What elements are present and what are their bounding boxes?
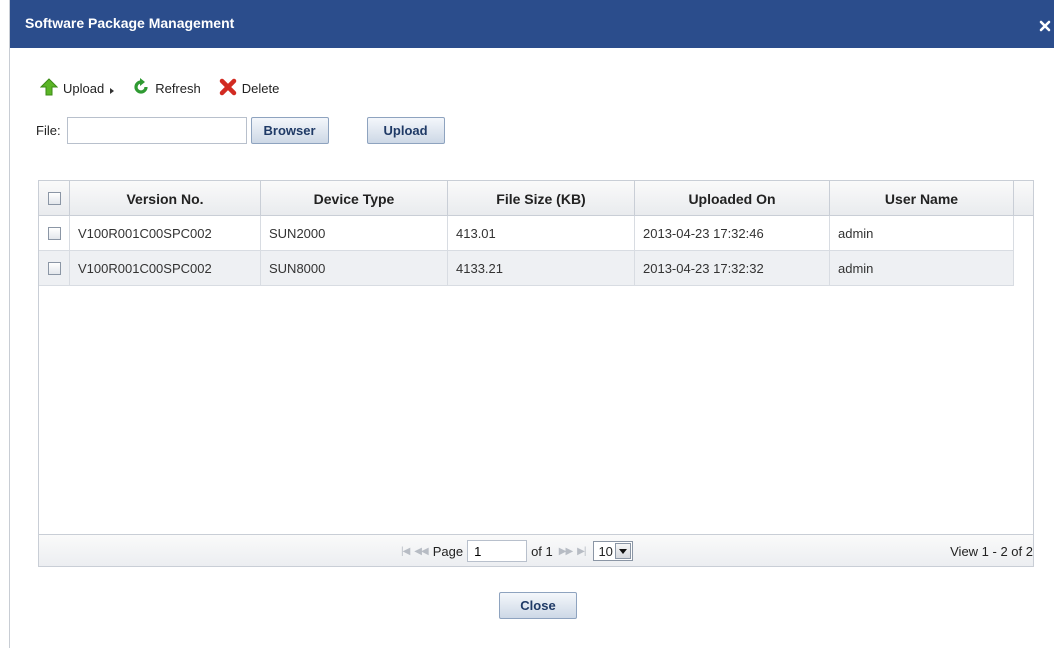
delete-x-icon — [219, 78, 242, 99]
column-header-version[interactable]: Version No. — [70, 181, 261, 216]
select-all-cell — [39, 181, 70, 216]
table-row[interactable]: V100R001C00SPC002 SUN8000 4133.21 2013-0… — [39, 251, 1014, 286]
cell-user-name: admin — [830, 251, 1014, 285]
upload-menu-button[interactable]: Upload — [39, 77, 115, 99]
table-row[interactable]: V100R001C00SPC002 SUN2000 413.01 2013-04… — [39, 216, 1014, 251]
package-grid: Version No. Device Type File Size (KB) U… — [38, 180, 1034, 567]
browse-button[interactable]: Browser — [250, 116, 329, 144]
grid-pager-bar: |◀ ◀◀ Page of 1 ▶▶ ▶| 10 View 1 - 2 of 2 — [39, 534, 1033, 566]
cell-uploaded-on: 2013-04-23 17:32:46 — [635, 216, 830, 250]
refresh-button[interactable]: Refresh — [132, 77, 201, 99]
refresh-icon — [132, 77, 155, 99]
cell-uploaded-on: 2013-04-23 17:32:32 — [635, 251, 830, 285]
cell-device-type: SUN8000 — [261, 251, 448, 285]
file-label: File: — [36, 122, 61, 138]
last-page-icon[interactable]: ▶| — [577, 546, 586, 557]
row-checkbox[interactable] — [47, 261, 61, 275]
page-count-label: of 1 — [531, 543, 553, 559]
delete-label: Delete — [241, 80, 280, 96]
rows-per-page-value: 10 — [598, 543, 613, 559]
cell-file-size: 4133.21 — [448, 251, 635, 285]
delete-button[interactable]: Delete — [219, 78, 280, 99]
row-select-cell — [39, 251, 70, 285]
dialog-titlebar: Software Package Management — [10, 0, 1054, 48]
refresh-label: Refresh — [155, 80, 201, 96]
first-page-icon[interactable]: |◀ — [401, 546, 410, 557]
close-icon[interactable] — [1039, 20, 1051, 32]
cell-device-type: SUN2000 — [261, 216, 448, 250]
toolbar: Upload Refresh Delete — [39, 77, 297, 99]
submenu-arrow-icon — [110, 87, 115, 94]
software-package-dialog: Software Package Management Upload Refre… — [9, 0, 1054, 648]
pager: |◀ ◀◀ Page of 1 ▶▶ ▶| 10 — [401, 540, 634, 562]
cell-file-size: 413.01 — [448, 216, 635, 250]
column-header-user-name[interactable]: User Name — [830, 181, 1014, 216]
select-all-checkbox[interactable] — [47, 192, 61, 205]
dialog-title: Software Package Management — [25, 15, 235, 31]
file-path-input[interactable] — [66, 116, 247, 144]
page-number-input[interactable] — [467, 540, 528, 562]
row-select-cell — [39, 216, 70, 250]
cell-user-name: admin — [830, 216, 1014, 250]
file-upload-row: File: Browser Upload — [36, 116, 445, 144]
view-range-info: View 1 - 2 of 2 — [950, 544, 1033, 559]
close-button[interactable]: Close — [499, 592, 577, 619]
column-header-uploaded-on[interactable]: Uploaded On — [635, 181, 830, 216]
cell-version: V100R001C00SPC002 — [70, 251, 261, 285]
header-scroll-spacer — [1014, 181, 1033, 216]
next-page-icon[interactable]: ▶▶ — [559, 546, 573, 557]
row-checkbox[interactable] — [47, 226, 61, 240]
cell-version: V100R001C00SPC002 — [70, 216, 261, 250]
page-label: Page — [432, 543, 464, 559]
grid-header: Version No. Device Type File Size (KB) U… — [39, 181, 1033, 216]
upload-file-button[interactable]: Upload — [366, 116, 445, 144]
upload-arrow-icon — [39, 77, 63, 99]
rows-per-page-select[interactable]: 10 — [593, 541, 634, 561]
column-header-file-size[interactable]: File Size (KB) — [448, 181, 635, 216]
dropdown-arrow-icon[interactable] — [615, 543, 632, 559]
upload-menu-label: Upload — [63, 80, 105, 96]
prev-page-icon[interactable]: ◀◀ — [414, 546, 428, 557]
column-header-device-type[interactable]: Device Type — [261, 181, 448, 216]
